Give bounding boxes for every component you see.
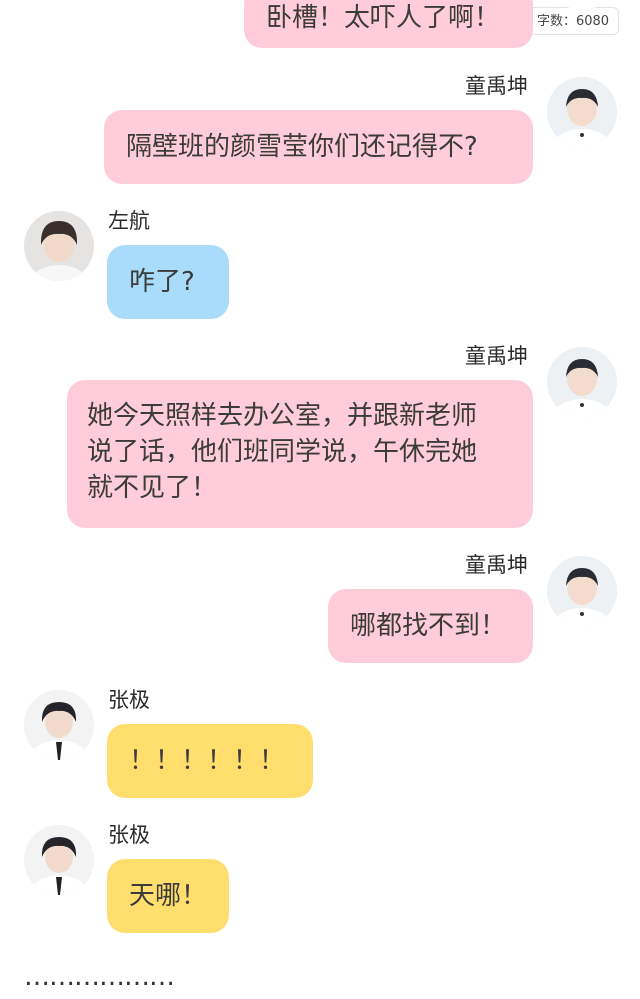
word-count-value: 6080 xyxy=(575,14,610,29)
sender-name: 童禹坤 xyxy=(465,553,528,577)
avatar[interactable] xyxy=(547,556,617,626)
sender-name: 童禹坤 xyxy=(465,344,528,368)
message-bubble: 哪都找不到！ xyxy=(328,589,533,663)
message-text-line: 就不见了！ xyxy=(87,473,218,503)
message-text: ！！！！！！ xyxy=(129,746,286,776)
message-text-line: 她今天照样去办公室，并跟新老师 xyxy=(87,401,478,431)
message-text: 隔壁班的颜雪莹你们还记得不? xyxy=(126,132,478,162)
sender-name: 童禹坤 xyxy=(465,74,528,98)
message-text: 哪都找不到！ xyxy=(350,611,507,641)
boy-avatar-icon xyxy=(547,556,617,626)
message-text: 天哪！ xyxy=(129,881,208,911)
message-bubble: 天哪！ xyxy=(107,859,229,933)
word-count-badge: 字数：6080 xyxy=(527,7,619,35)
boy-avatar-icon xyxy=(547,347,617,417)
message-text-line: 说了话，他们班同学说，午休完她 xyxy=(87,437,478,467)
boy-avatar-icon xyxy=(24,211,94,281)
boy-avatar-icon xyxy=(24,825,94,895)
message-bubble: 隔壁班的颜雪莹你们还记得不? xyxy=(104,110,533,184)
message-bubble: ！！！！！！ xyxy=(107,724,313,798)
message-bubble: 咋了? xyxy=(107,245,229,319)
message-bubble: 她今天照样去办公室，并跟新老师 说了话，他们班同学说，午休完她 就不见了！ xyxy=(67,380,533,528)
sender-name: 张极 xyxy=(108,688,150,712)
avatar[interactable] xyxy=(24,690,94,760)
sender-name: 张极 xyxy=(108,823,150,847)
message-text: 咋了? xyxy=(129,267,195,297)
ellipsis-text: ……………… xyxy=(24,962,175,992)
sender-name: 左航 xyxy=(108,209,150,233)
avatar[interactable] xyxy=(24,211,94,281)
avatar[interactable] xyxy=(547,77,617,147)
boy-avatar-icon xyxy=(547,77,617,147)
message-bubble: 卧槽！太吓人了啊！ xyxy=(244,0,533,48)
avatar[interactable] xyxy=(547,347,617,417)
message-text: 卧槽！太吓人了啊！ xyxy=(266,3,501,33)
avatar[interactable] xyxy=(24,825,94,895)
word-count-label: 字数： xyxy=(536,14,576,29)
boy-avatar-icon xyxy=(24,690,94,760)
